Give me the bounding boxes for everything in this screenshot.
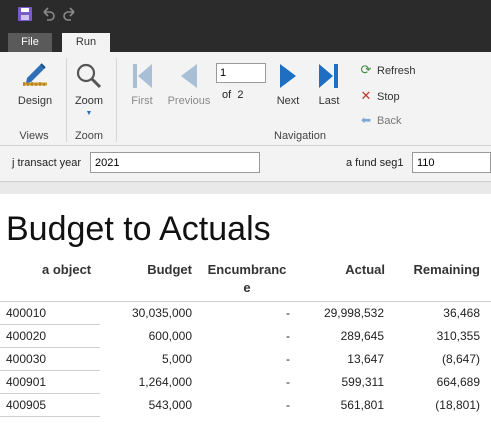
back-arrow-icon: ⬅ — [360, 113, 372, 127]
cell-actual: 29,998,532 — [323, 306, 384, 320]
row-divider — [0, 416, 100, 417]
magnifier-icon — [76, 63, 102, 89]
tab-file[interactable]: File — [8, 33, 52, 52]
row-divider — [0, 370, 100, 371]
cell-object: 400020 — [6, 329, 47, 343]
column-header-actual: Actual — [345, 262, 385, 277]
fund-input[interactable] — [412, 152, 491, 173]
cell-budget: 600,000 — [148, 329, 192, 343]
group-label-views: Views — [19, 130, 49, 142]
year-input[interactable] — [90, 152, 260, 173]
cell-remaining: (18,801) — [435, 398, 480, 412]
redo-icon[interactable] — [62, 6, 80, 24]
chevron-down-icon: ▼ — [85, 110, 93, 117]
refresh-icon: ⟳ — [360, 62, 372, 77]
previous-page-icon — [181, 64, 197, 88]
year-label: j transact year — [12, 157, 82, 169]
ribbon-tabs: File Run — [0, 30, 491, 52]
refresh-label: Refresh — [377, 65, 416, 77]
cell-object: 400030 — [6, 352, 47, 366]
zoom-button[interactable]: Zoom ▼ — [70, 60, 108, 117]
last-label: Last — [318, 95, 340, 107]
page-number-input[interactable] — [216, 63, 266, 83]
cell-remaining: (8,647) — [441, 352, 480, 366]
cell-encumbrance: - — [286, 352, 290, 366]
previous-button[interactable]: Previous — [164, 60, 214, 107]
cell-budget: 5,000 — [161, 352, 192, 366]
cell-encumbrance: - — [286, 375, 290, 389]
next-button[interactable]: Next — [272, 60, 304, 107]
group-label-navigation: Navigation — [274, 130, 326, 142]
title-bar — [0, 0, 491, 30]
cell-actual: 289,645 — [340, 329, 384, 343]
header-divider — [0, 301, 491, 302]
column-header-budget: Budget — [147, 262, 192, 277]
refresh-button[interactable]: ⟳ Refresh — [358, 61, 416, 79]
tab-run[interactable]: Run — [62, 33, 110, 52]
first-button[interactable]: First — [124, 60, 160, 107]
report-page: Budget to Actuals a object Budget Encumb… — [0, 194, 491, 424]
cell-actual: 599,311 — [341, 375, 385, 389]
last-page-icon — [319, 64, 338, 88]
column-header-encumbrance-line2: e — [243, 280, 251, 295]
back-label: Back — [377, 115, 402, 127]
separator — [66, 58, 67, 142]
cell-encumbrance: - — [286, 329, 290, 343]
cell-object: 400901 — [6, 375, 47, 389]
cell-budget: 30,035,000 — [131, 306, 192, 320]
back-button[interactable]: ⬅ Back — [358, 111, 402, 129]
undo-icon[interactable] — [40, 6, 58, 24]
first-page-icon — [133, 64, 152, 88]
cell-object: 400905 — [6, 398, 47, 412]
cell-encumbrance: - — [286, 306, 290, 320]
report-top-band — [0, 182, 491, 194]
row-divider — [0, 324, 100, 325]
column-header-encumbrance-line1: Encumbranc — [207, 262, 287, 277]
parameters-bar: j transact year a fund seg1 — [0, 146, 491, 182]
design-button[interactable]: Design — [12, 60, 58, 107]
cell-remaining: 664,689 — [436, 375, 480, 389]
ribbon: Design Zoom ▼ First Previous of 2 — [0, 52, 491, 146]
cell-object: 400010 — [6, 306, 47, 320]
stop-button[interactable]: ✕ Stop — [358, 87, 400, 105]
cell-encumbrance: - — [286, 398, 290, 412]
column-header-object: a object — [42, 262, 92, 277]
separator — [116, 58, 117, 142]
row-divider — [0, 393, 100, 394]
column-header-remaining: Remaining — [413, 262, 480, 277]
cell-remaining: 310,355 — [436, 329, 480, 343]
save-icon[interactable] — [17, 6, 35, 24]
cell-actual: 561,801 — [340, 398, 384, 412]
fund-label: a fund seg1 — [346, 157, 404, 169]
last-button[interactable]: Last — [312, 60, 346, 107]
cell-remaining: 36,468 — [443, 306, 480, 320]
first-label: First — [131, 95, 153, 107]
design-icon — [23, 63, 47, 86]
row-divider — [0, 347, 100, 348]
cell-budget: 543,000 — [148, 398, 192, 412]
stop-label: Stop — [377, 91, 400, 103]
design-label: Design — [17, 95, 53, 107]
previous-label: Previous — [167, 95, 211, 107]
page-count: of 2 — [222, 89, 243, 101]
next-page-icon — [280, 64, 296, 88]
cell-actual: 13,647 — [347, 352, 384, 366]
next-label: Next — [276, 95, 300, 107]
stop-icon: ✕ — [360, 88, 372, 103]
zoom-label: Zoom — [74, 95, 104, 107]
of-label: of — [222, 89, 232, 101]
group-label-zoom: Zoom — [74, 130, 104, 142]
report-title: Budget to Actuals — [6, 210, 271, 248]
total-pages: 2 — [237, 89, 244, 101]
cell-budget: 1,264,000 — [138, 375, 192, 389]
column-header-encumbrance: Encumbranc e — [202, 262, 292, 295]
